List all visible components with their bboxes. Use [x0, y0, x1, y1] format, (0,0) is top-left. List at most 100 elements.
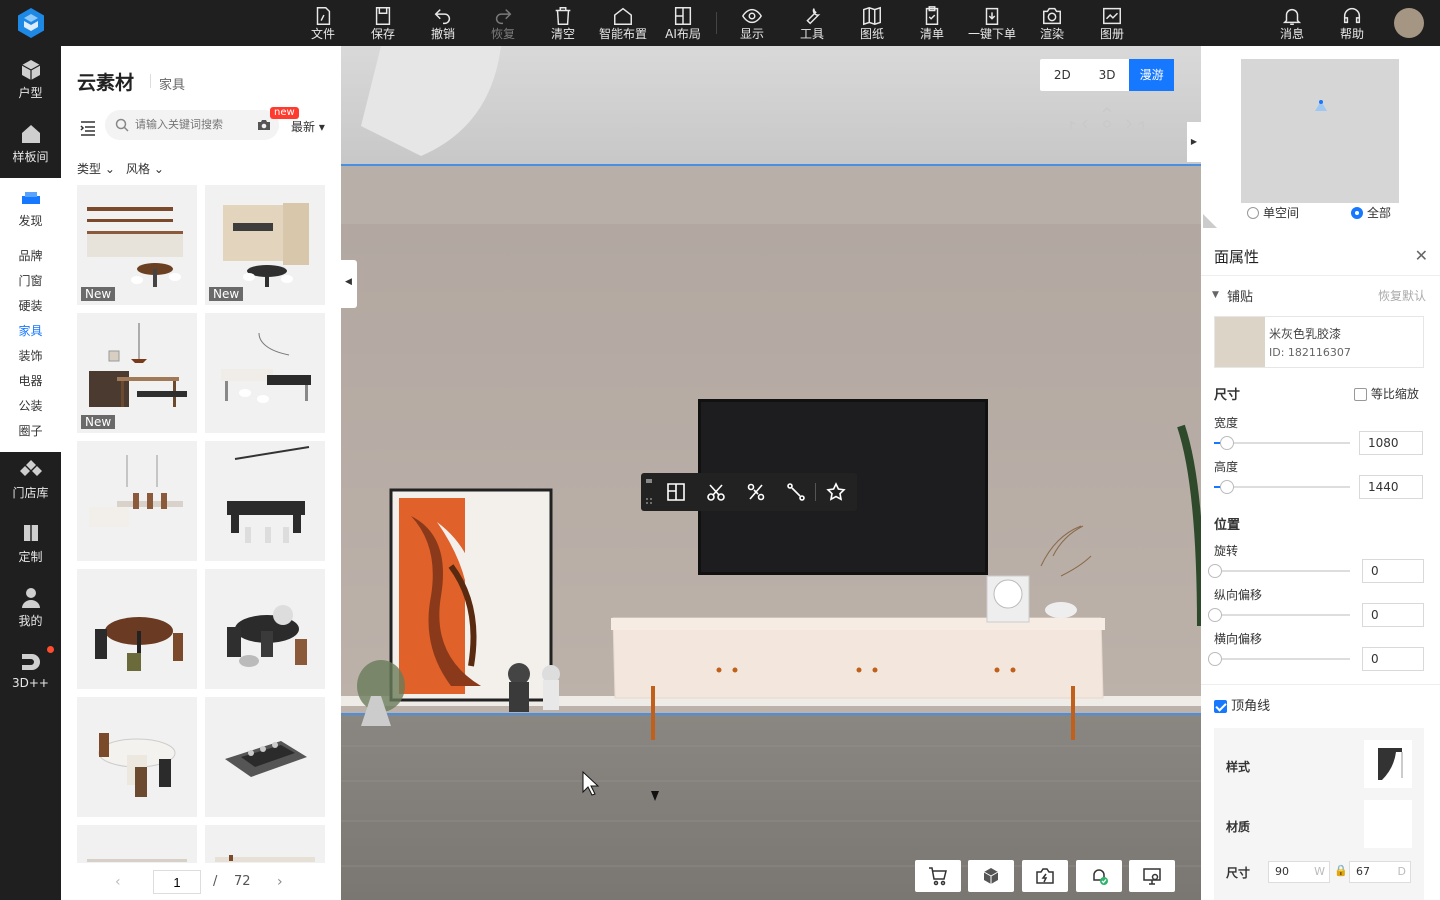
furniture-item[interactable]: New	[77, 185, 197, 305]
nav-custom[interactable]: 定制	[0, 522, 61, 565]
filter-type[interactable]: 类型 ⌄	[77, 160, 115, 177]
resize-corner-icon[interactable]	[1203, 214, 1217, 228]
sub-circle[interactable]: 圈子	[0, 422, 61, 439]
cut-button[interactable]	[703, 480, 729, 504]
height-slider[interactable]	[1214, 480, 1350, 494]
sub-furniture[interactable]: 家具	[0, 322, 61, 339]
album-button[interactable]: 图册	[1084, 3, 1140, 43]
help-button[interactable]: 帮助	[1324, 3, 1380, 43]
collapse-catalog-button[interactable]: ◀	[341, 260, 357, 308]
crown-molding-checkbox[interactable]: 顶角线	[1214, 695, 1270, 714]
sub-appliances[interactable]: 电器	[0, 372, 61, 389]
drag-handle-icon[interactable]	[645, 477, 653, 507]
material-card[interactable]: 米灰色乳胶漆 ID: 182116307	[1214, 316, 1424, 368]
furniture-item[interactable]: New	[205, 185, 325, 305]
minimap-canvas[interactable]	[1241, 59, 1399, 203]
nav-3dplus[interactable]: 3D++	[0, 650, 61, 690]
one-click-order-button[interactable]: 一键下单	[964, 3, 1020, 43]
furniture-item[interactable]	[77, 825, 197, 863]
furniture-item[interactable]	[205, 569, 325, 689]
slider-knob[interactable]	[1220, 436, 1234, 450]
sub-decor[interactable]: 装饰	[0, 347, 61, 364]
furniture-item[interactable]	[77, 569, 197, 689]
nav-mine[interactable]: 我的	[0, 586, 61, 629]
page-input[interactable]	[153, 870, 201, 894]
file-button[interactable]: 文件	[295, 3, 351, 43]
link-button[interactable]	[783, 480, 809, 504]
tools-button[interactable]: 工具	[784, 3, 840, 43]
nav-showroom[interactable]: 样板间	[0, 122, 61, 165]
model-button[interactable]	[968, 860, 1014, 892]
snapshot-button[interactable]	[1022, 860, 1068, 892]
furniture-item[interactable]	[205, 697, 325, 817]
search-input[interactable]	[135, 116, 253, 134]
close-icon[interactable]: ✕	[1415, 246, 1428, 265]
display-button[interactable]: 显示	[724, 3, 780, 43]
filter-list-icon[interactable]	[79, 119, 97, 137]
reset-default-button[interactable]: 恢复默认	[1378, 287, 1426, 304]
width-slider[interactable]	[1214, 436, 1350, 450]
slider-knob[interactable]	[1208, 652, 1222, 666]
nav-store[interactable]: 门店库	[0, 458, 61, 501]
vertical-offset-input[interactable]: 0	[1362, 603, 1424, 627]
collapse-caret-icon[interactable]: ▼	[1212, 290, 1219, 300]
favorite-button[interactable]	[823, 480, 849, 504]
clear-button[interactable]: 清空	[535, 3, 591, 43]
split-button[interactable]	[743, 480, 769, 504]
user-avatar[interactable]	[1394, 8, 1424, 38]
horizontal-offset-slider[interactable]	[1208, 652, 1350, 666]
list-button[interactable]: 清单	[904, 3, 960, 43]
crown-depth-input[interactable]: 67 D	[1349, 861, 1411, 883]
vertical-offset-slider[interactable]	[1208, 608, 1350, 622]
filter-style[interactable]: 风格 ⌄	[126, 160, 164, 177]
lock-icon[interactable]: 🔒	[1334, 864, 1348, 877]
view-walk-button[interactable]: 漫游	[1129, 59, 1175, 91]
radio-all[interactable]: 全部	[1351, 204, 1391, 221]
furniture-item[interactable]: New	[77, 313, 197, 433]
sub-doors-windows[interactable]: 门窗	[0, 272, 61, 289]
messages-button[interactable]: 消息	[1264, 3, 1320, 43]
material-thumbnail[interactable]	[1364, 800, 1412, 848]
view-2d-button[interactable]: 2D	[1040, 59, 1085, 91]
slider-knob[interactable]	[1208, 608, 1222, 622]
furniture-item[interactable]	[205, 441, 325, 561]
sort-dropdown[interactable]: 最新 ▾	[291, 118, 325, 135]
furniture-item[interactable]	[77, 697, 197, 817]
save-button[interactable]: 保存	[355, 3, 411, 43]
sub-commercial[interactable]: 公装	[0, 397, 61, 414]
smart-layout-button[interactable]: 智能布置	[595, 3, 651, 43]
furniture-item[interactable]	[205, 825, 325, 863]
height-input[interactable]: 1440	[1359, 475, 1423, 499]
nav-floorplan[interactable]: 户型	[0, 58, 61, 101]
viewport-3d[interactable]: 2D 3D 漫游	[341, 46, 1201, 900]
sub-hard-decoration[interactable]: 硬装	[0, 297, 61, 314]
drawings-button[interactable]: 图纸	[844, 3, 900, 43]
redo-button[interactable]: 恢复	[475, 3, 531, 43]
slider-knob[interactable]	[1220, 480, 1234, 494]
rotate-slider[interactable]	[1208, 564, 1350, 578]
style-thumbnail[interactable]	[1364, 740, 1412, 788]
furniture-item[interactable]	[77, 441, 197, 561]
nav-discover[interactable]: 发现	[0, 186, 61, 229]
crown-width-input[interactable]: 90 W	[1268, 861, 1330, 883]
slider-knob[interactable]	[1208, 564, 1222, 578]
image-search-camera-icon[interactable]	[257, 118, 271, 132]
app-logo[interactable]	[14, 6, 48, 40]
horizontal-offset-input[interactable]: 0	[1362, 647, 1424, 671]
sub-brand[interactable]: 品牌	[0, 247, 61, 264]
furniture-item[interactable]	[205, 313, 325, 433]
prev-page-button[interactable]: ‹	[115, 874, 121, 890]
render-button[interactable]: 渲染	[1024, 3, 1080, 43]
cart-button[interactable]	[915, 860, 961, 892]
ai-layout-button[interactable]: AI布局	[655, 3, 711, 43]
width-input[interactable]: 1080	[1359, 431, 1423, 455]
next-page-button[interactable]: ›	[277, 874, 283, 890]
light-button[interactable]	[1076, 860, 1122, 892]
replace-button[interactable]	[663, 480, 689, 504]
proportional-checkbox[interactable]: 等比缩放	[1354, 385, 1419, 402]
minimap-toggle-button[interactable]: ▶	[1187, 122, 1201, 162]
navigation-control[interactable]	[1063, 104, 1153, 138]
rotate-input[interactable]: 0	[1362, 559, 1424, 583]
view-3d-button[interactable]: 3D	[1085, 59, 1130, 91]
undo-button[interactable]: 撤销	[415, 3, 471, 43]
